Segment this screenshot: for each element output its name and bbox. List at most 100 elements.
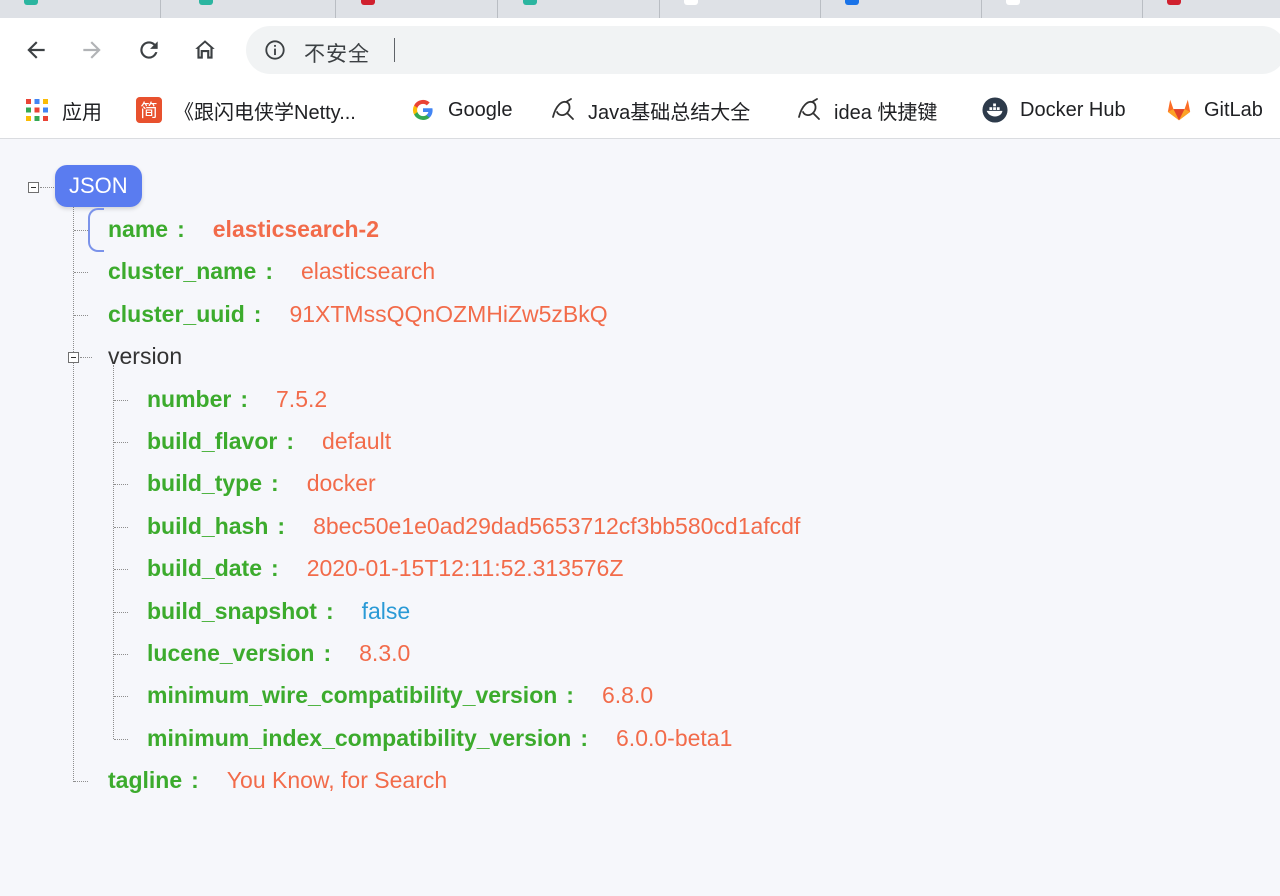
docker-icon	[982, 97, 1008, 123]
tab-favicon-icon	[684, 0, 698, 5]
bookmark-label: Java基础总结大全	[588, 101, 751, 124]
home-icon	[195, 40, 215, 59]
browser-tab[interactable]	[499, 0, 660, 18]
arrow-left-icon	[27, 41, 45, 59]
browser-tab[interactable]	[660, 0, 821, 18]
bookmark-idea[interactable]: idea 快捷键	[796, 96, 937, 124]
browser-tab[interactable]	[175, 0, 336, 18]
bookmark-label: 应用	[62, 101, 102, 124]
gitlab-icon	[1166, 97, 1192, 123]
json-value: elasticsearch	[300, 257, 436, 284]
bookmark-label: idea 快捷键	[834, 101, 938, 124]
json-colon: :	[277, 512, 286, 539]
browser-tab[interactable]	[1143, 0, 1280, 18]
json-key: lucene_version	[147, 639, 315, 666]
home-button[interactable]	[187, 32, 223, 68]
back-button[interactable]	[18, 32, 54, 68]
tree-connector	[114, 612, 128, 613]
json-key: minimum_index_compatibility_version	[147, 724, 572, 751]
json-value: elasticsearch-2	[212, 215, 379, 242]
json-row-minimum-index-compatibility-version[interactable]: minimum_index_compatibility_version : 6.…	[147, 723, 732, 753]
browser-tab[interactable]	[821, 0, 982, 18]
bookmark-apps[interactable]: 应用	[24, 96, 102, 124]
json-key: build_date	[147, 554, 263, 581]
json-colon: :	[271, 469, 279, 496]
json-colon: :	[191, 766, 199, 793]
json-row-build-snapshot[interactable]: build_snapshot : false	[147, 596, 410, 626]
json-value: false	[361, 597, 411, 624]
json-row-lucene-version[interactable]: lucene_version : 8.3.0	[147, 638, 410, 668]
svg-text:简: 简	[140, 101, 158, 122]
collapse-root-toggle[interactable]	[28, 182, 39, 193]
json-row-name[interactable]: name : elasticsearch-2	[108, 214, 379, 244]
json-key: cluster_uuid	[108, 300, 245, 327]
json-row-minimum-wire-compatibility-version[interactable]: minimum_wire_compatibility_version : 6.8…	[147, 680, 653, 710]
json-colon: :	[325, 597, 334, 624]
json-key: name	[108, 215, 169, 242]
bookmark-label: Docker Hub	[1020, 98, 1126, 121]
browser-tab[interactable]	[982, 0, 1143, 18]
json-colon: :	[580, 724, 589, 751]
json-colon: :	[177, 215, 185, 242]
json-row-build-type[interactable]: build_type : docker	[147, 468, 376, 498]
json-key: build_hash	[147, 512, 269, 539]
json-value: You Know, for Search	[226, 766, 448, 793]
json-value: 91XTMssQQnOZMHiZw5zBkQ	[289, 300, 608, 327]
json-value: 7.5.2	[276, 385, 328, 412]
address-bar[interactable]: 不安全	[246, 26, 1280, 74]
bookmarks-bar: 应用 简 《跟闪电侠学Netty... Google Java基础总结大全 id…	[0, 82, 1280, 139]
bookmark-gitlab[interactable]: GitLab	[1166, 96, 1263, 124]
json-row-build-date[interactable]: build_date : 2020-01-15T12:11:52.313576Z	[147, 553, 623, 583]
tree-connector	[73, 195, 74, 782]
json-key: tagline	[108, 766, 183, 793]
tree-connector	[114, 654, 128, 655]
selection-bracket	[88, 208, 104, 252]
bookmark-java[interactable]: Java基础总结大全	[550, 96, 750, 124]
info-icon[interactable]	[264, 39, 286, 61]
json-colon: :	[323, 639, 332, 666]
tree-connector	[74, 230, 88, 231]
json-value: default	[322, 427, 392, 454]
tab-favicon-icon	[1167, 0, 1181, 5]
json-root-badge[interactable]: JSON	[55, 165, 142, 207]
json-key: build_flavor	[147, 427, 278, 454]
tree-connector	[114, 400, 128, 401]
json-key: build_snapshot	[147, 597, 317, 624]
json-row-tagline[interactable]: tagline : You Know, for Search	[108, 765, 447, 795]
security-status-label[interactable]: 不安全	[304, 38, 370, 68]
tree-connector	[113, 365, 114, 739]
browser-tab[interactable]	[0, 0, 161, 18]
forward-button[interactable]	[74, 32, 110, 68]
collapse-version-toggle[interactable]	[68, 352, 79, 363]
bookmark-netty[interactable]: 简 《跟闪电侠学Netty...	[136, 96, 356, 124]
tree-connector	[114, 527, 128, 528]
tree-connector	[74, 315, 88, 316]
tab-favicon-icon	[1006, 0, 1020, 5]
json-value: 8bec50e1e0ad29dad5653712cf3bb580cd1afcdf	[313, 512, 801, 539]
bookmark-docker-hub[interactable]: Docker Hub	[982, 96, 1126, 124]
json-row-build-flavor[interactable]: build_flavor : default	[147, 426, 391, 456]
bookmark-label: Google	[448, 98, 513, 121]
tree-connector	[114, 739, 128, 740]
arrow-right-icon	[83, 41, 101, 59]
json-colon: :	[265, 257, 273, 284]
reload-button[interactable]	[131, 32, 167, 68]
json-colon: :	[286, 427, 295, 454]
json-key: build_type	[147, 469, 263, 496]
json-key: cluster_name	[108, 257, 257, 284]
json-colon: :	[271, 554, 279, 581]
json-row-build-hash[interactable]: build_hash : 8bec50e1e0ad29dad5653712cf3…	[147, 511, 800, 541]
json-row-number[interactable]: number : 7.5.2	[147, 384, 327, 414]
tab-favicon-icon	[523, 0, 537, 5]
tab-favicon-icon	[361, 0, 375, 5]
browser-tab[interactable]	[337, 0, 498, 18]
json-value: 6.8.0	[601, 681, 654, 708]
tab-favicon-icon	[845, 0, 859, 5]
json-row-cluster-name[interactable]: cluster_name : elasticsearch	[108, 256, 435, 286]
json-key: number	[147, 385, 232, 412]
tab-favicon-icon	[24, 0, 38, 5]
bookmark-google[interactable]: Google	[410, 96, 513, 124]
json-row-cluster-uuid[interactable]: cluster_uuid 91XTMssQQnOZMHiZw5zBkQ : 91…	[108, 299, 608, 329]
yuque-icon	[550, 97, 576, 123]
json-row-version[interactable]: version	[108, 341, 182, 371]
